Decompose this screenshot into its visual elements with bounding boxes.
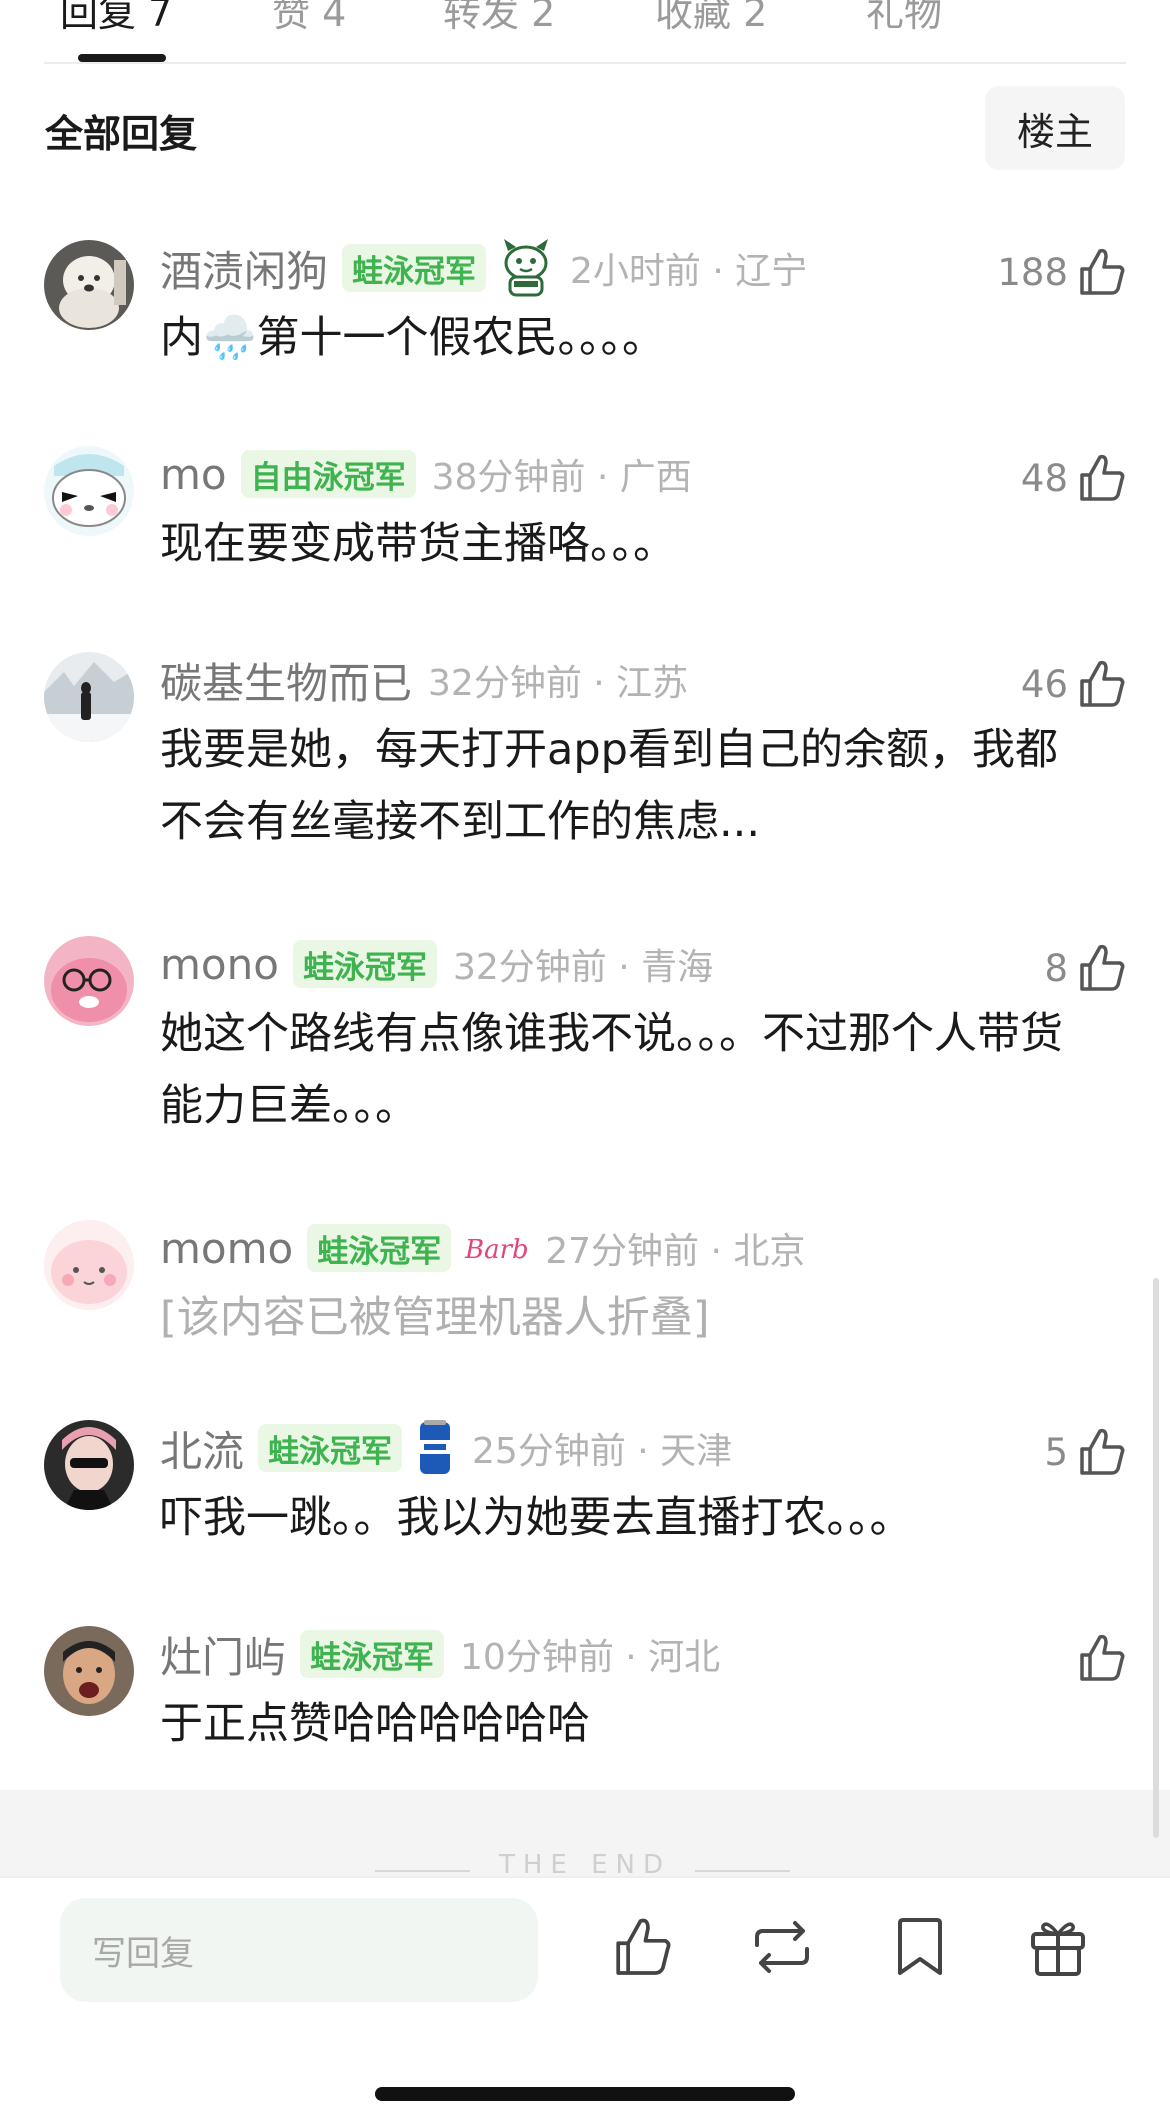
reply-input[interactable]: 写回复 (60, 1898, 538, 2002)
like-count: 48 (1020, 456, 1068, 500)
thumbs-up-icon (1080, 660, 1125, 707)
avatar[interactable] (44, 1220, 134, 1310)
tab-favorites[interactable]: 收藏 2 (655, 0, 767, 37)
op-only-button[interactable]: 楼主 (985, 86, 1125, 170)
like-count: 5 (1044, 1430, 1068, 1474)
username[interactable]: 酒渍闲狗 (160, 238, 328, 299)
tab-replies[interactable]: 回复 7 (60, 0, 172, 37)
divider (695, 1870, 790, 1872)
thumbs-up-icon (1080, 944, 1125, 991)
like-post-button[interactable] (608, 1912, 678, 1982)
comment-header: 碳基生物而已 32分钟前 · 江苏 (160, 652, 688, 708)
tab-gifts[interactable]: 礼物 (866, 0, 942, 37)
comment-header: momo 蛙泳冠军 Barbie 27分钟前 · 北京 (160, 1220, 805, 1276)
timestamp-location: 32分钟前 · 江苏 (428, 663, 689, 704)
thumbs-up-icon (1080, 248, 1125, 295)
comment-header: 灶门屿 蛙泳冠军 10分钟前 · 河北 (160, 1626, 720, 1682)
avatar[interactable] (44, 936, 134, 1026)
gift-icon (1031, 1922, 1085, 1976)
champion-badge: 蛙泳冠军 (292, 940, 437, 988)
like-button[interactable]: 8 (1044, 940, 1126, 996)
all-replies-title[interactable]: 全部回复 (45, 103, 197, 158)
comment-text[interactable]: 内🌧️第十一个假农民。。。。 (160, 302, 1090, 374)
comment-text[interactable]: 她这个路线有点像谁我不说。。。不过那个人带货能力巨差。。。 (160, 998, 1090, 1142)
comment-text[interactable]: 吓我一跳。。我以为她要去直播打农。。。 (160, 1482, 1090, 1554)
timestamp-location: 38分钟前 · 广西 (431, 457, 692, 498)
comment-header: 酒渍闲狗 蛙泳冠军 2小时前 · 辽宁 (160, 237, 808, 299)
timestamp-location: 32分钟前 · 青海 (452, 947, 714, 988)
username[interactable]: momo (160, 1224, 293, 1273)
thumbs-up-icon (616, 1918, 671, 1975)
champion-badge: 蛙泳冠军 (342, 244, 487, 292)
repost-button[interactable] (747, 1912, 817, 1982)
tabs-divider (44, 62, 1126, 64)
like-button[interactable] (1078, 1630, 1126, 1686)
avatar[interactable] (44, 240, 134, 330)
comment-header: mono 蛙泳冠军 32分钟前 · 青海 (160, 936, 713, 992)
username[interactable]: 北流 (160, 1418, 244, 1479)
end-of-list: THE END (0, 1790, 1170, 1880)
home-indicator (375, 2087, 795, 2101)
like-button[interactable]: 5 (1044, 1424, 1126, 1480)
avatar[interactable] (44, 1626, 134, 1716)
tab-reposts[interactable]: 转发 2 (443, 0, 555, 37)
repost-icon (755, 1921, 809, 1973)
soda-can-icon (414, 1418, 456, 1478)
timestamp-location: 27分钟前 · 北京 (545, 1231, 806, 1272)
active-tab-indicator (78, 54, 166, 62)
comment-text[interactable]: 于正点赞哈哈哈哈哈哈 (160, 1688, 1090, 1760)
like-button[interactable]: 48 (1021, 450, 1126, 506)
like-count: 8 (1044, 946, 1068, 990)
thumbs-up-icon (1080, 1634, 1125, 1681)
tab-likes[interactable]: 赞 4 (272, 0, 346, 37)
like-button[interactable]: 188 (997, 244, 1126, 300)
svg-text:Barbie: Barbie (464, 1235, 529, 1265)
barbie-logo-icon: Barbie (463, 1228, 529, 1268)
timestamp-location: 25分钟前 · 天津 (472, 1431, 733, 1472)
champion-badge: 蛙泳冠军 (300, 1630, 445, 1678)
thumbs-up-icon (1080, 454, 1125, 501)
username[interactable]: mo (160, 450, 227, 499)
comment-header: mo 自由泳冠军 38分钟前 · 广西 (160, 446, 692, 502)
username[interactable]: mono (160, 940, 279, 989)
thumbs-up-icon (1080, 1428, 1125, 1475)
scrollbar[interactable] (1153, 1278, 1159, 1838)
avatar[interactable] (44, 1420, 134, 1510)
timestamp-location: 10分钟前 · 河北 (460, 1637, 721, 1678)
comment-text[interactable]: 现在要变成带货主播咯。。。 (160, 508, 1090, 580)
folded-notice[interactable]: [该内容已被管理机器人折叠] (160, 1282, 1090, 1354)
avatar[interactable] (44, 446, 134, 536)
avatar[interactable] (44, 652, 134, 742)
gift-button[interactable] (1023, 1912, 1093, 1982)
like-button[interactable]: 46 (1021, 656, 1126, 712)
bulldog-sticker-icon (498, 237, 554, 299)
comment-text[interactable]: 我要是她，每天打开app看到自己的余额，我都不会有丝毫接不到工作的焦虑... (160, 714, 1090, 858)
like-count: 188 (997, 250, 1068, 294)
bookmark-icon (898, 1918, 942, 1975)
bookmark-button[interactable] (885, 1912, 955, 1982)
champion-badge: 自由泳冠军 (240, 450, 416, 498)
bottom-action-bar: 写回复 (0, 1876, 1170, 2106)
timestamp-location: 2小时前 · 辽宁 (570, 251, 808, 292)
like-count: 46 (1020, 662, 1068, 706)
username[interactable]: 碳基生物而已 (160, 650, 412, 711)
tab-bar: 回复 7 赞 4 转发 2 收藏 2 礼物 (0, 0, 1170, 64)
champion-badge: 蛙泳冠军 (307, 1224, 452, 1272)
comment-header: 北流 蛙泳冠军 25分钟前 · 天津 (160, 1420, 732, 1476)
username[interactable]: 灶门屿 (160, 1624, 286, 1685)
champion-badge: 蛙泳冠军 (258, 1424, 403, 1472)
